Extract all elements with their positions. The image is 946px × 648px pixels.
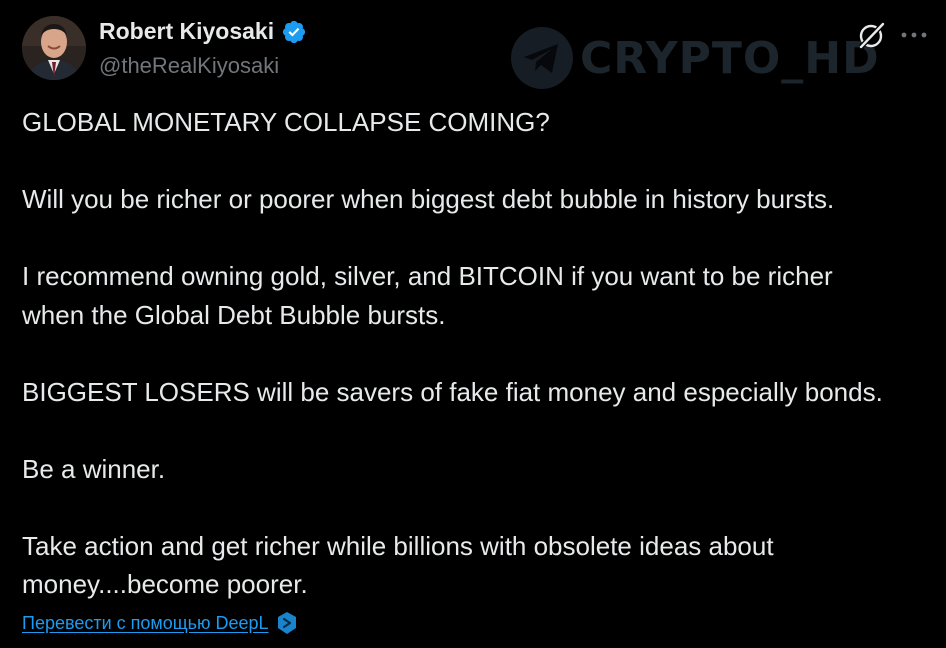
watermark-text: CRYPTO_HD <box>580 32 880 84</box>
watermark: CRYPTO_HD <box>510 26 880 90</box>
author-handle[interactable]: @theRealKiyosaki <box>99 53 279 79</box>
tweet-paragraph: Take action and get richer while billion… <box>22 527 937 604</box>
avatar[interactable] <box>22 16 86 80</box>
tweet-line: BIGGEST LOSERS will be savers of fake fi… <box>22 376 883 407</box>
verified-badge-icon <box>281 19 307 45</box>
translate-link[interactable]: Перевести с помощью DeepL <box>22 611 298 635</box>
tweet-line: Will you be richer or poorer when bigges… <box>22 184 835 214</box>
tweet: Robert Kiyosaki @theRealKiyosaki CRYPTO_… <box>0 0 946 648</box>
grok-icon[interactable] <box>856 20 886 50</box>
translate-label[interactable]: Перевести с помощью DeepL <box>22 613 269 634</box>
tweet-line: money....become poorer. <box>22 569 308 599</box>
tweet-line: Be a winner. <box>22 453 166 484</box>
tweet-paragraph: BIGGEST LOSERS will be savers of fake fi… <box>22 373 937 412</box>
tweet-paragraph: GLOBAL MONETARY COLLAPSE COMING? <box>22 103 937 142</box>
tweet-line: Take action and get richer while billion… <box>22 530 774 561</box>
tweet-paragraph: I recommend owning gold, silver, and BIT… <box>22 257 937 334</box>
tweet-line: I recommend owning gold, silver, and BIT… <box>22 261 833 291</box>
tweet-text: GLOBAL MONETARY COLLAPSE COMING? Will yo… <box>22 103 937 604</box>
author-name-text: Robert Kiyosaki <box>99 18 275 44</box>
telegram-icon <box>510 26 574 90</box>
portrait-avatar-icon <box>22 16 86 80</box>
tweet-paragraph: Will you be richer or poorer when bigges… <box>22 180 937 219</box>
tweet-paragraph: Be a winner. <box>22 450 937 489</box>
tweet-line: GLOBAL MONETARY COLLAPSE COMING? <box>22 107 550 137</box>
deepl-icon <box>276 611 298 635</box>
tweet-line: when the Global Debt Bubble bursts. <box>22 299 446 330</box>
more-dots-icon[interactable] <box>899 22 929 48</box>
author-display-name[interactable]: Robert Kiyosaki <box>99 18 307 45</box>
